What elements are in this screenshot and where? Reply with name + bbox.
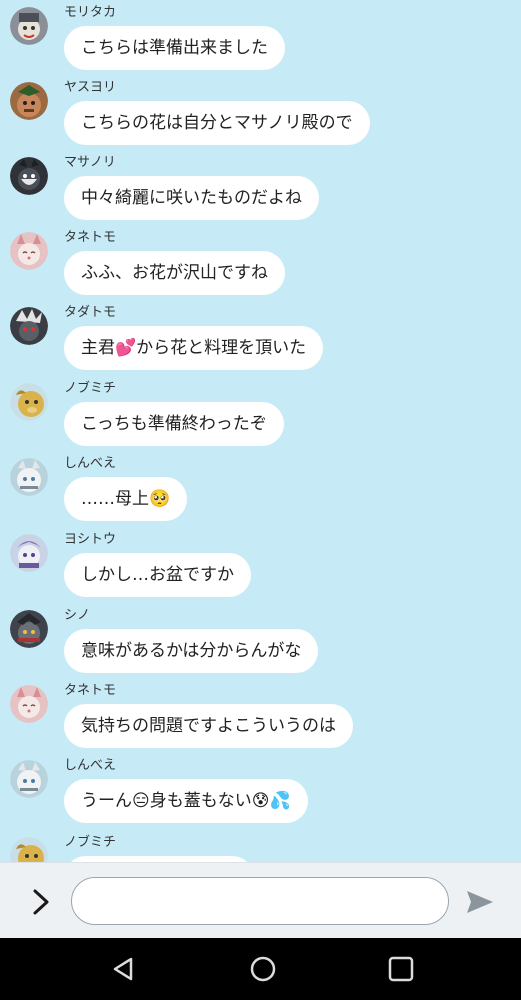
message-bubble[interactable]: 意味があるかは分からんがな — [64, 629, 319, 673]
sender-name: タネトモ — [64, 230, 117, 245]
avatar[interactable] — [10, 82, 48, 120]
message-bubble[interactable]: 気持ちの問題ですよこういうのは — [64, 704, 353, 748]
message-bubble[interactable]: ……母上🥺 — [64, 477, 188, 521]
avatar[interactable] — [10, 685, 48, 723]
avatar[interactable] — [10, 157, 48, 195]
sender-name: タネトモ — [64, 683, 117, 698]
sender-name: ヨシトウ — [64, 532, 117, 547]
avatar[interactable] — [10, 760, 48, 798]
sender-name: ノブミチ — [64, 381, 117, 396]
send-icon[interactable] — [465, 889, 495, 915]
chevron-right-icon[interactable] — [28, 887, 54, 917]
message-bubble[interactable]: 中々綺麗に咲いたものだよね — [64, 176, 319, 220]
triangle-back-icon[interactable] — [109, 954, 139, 984]
message-input[interactable] — [71, 877, 449, 925]
system-navigation-bar — [0, 938, 521, 1000]
sender-name: ヤスヨリ — [64, 80, 117, 95]
message-bubble[interactable]: しかし…お盆ですか — [64, 553, 251, 597]
message-bubble[interactable]: ふふ、お花が沢山ですね — [64, 251, 285, 295]
sender-name: ノブミチ — [64, 835, 117, 850]
message-bubble[interactable]: うーん😑身も蓋もない😰💦 — [64, 779, 308, 823]
message-bubble[interactable]: 主君💕から花と料理を頂いた — [64, 326, 324, 370]
avatar[interactable] — [10, 232, 48, 270]
circle-home-icon[interactable] — [248, 954, 278, 984]
message-bubble[interactable]: こちらの花は自分とマサノリ殿ので — [64, 101, 370, 145]
avatar[interactable] — [10, 534, 48, 572]
avatar[interactable] — [10, 458, 48, 496]
message-bubble[interactable]: こちらは準備出来ました — [64, 26, 285, 70]
sender-name: マサノリ — [64, 155, 116, 170]
chat-area[interactable]: モリタカ こちらは準備出来ました ヤスヨリ こちらの花は自分とマサノリ殿ので マ… — [0, 0, 521, 862]
sender-name: しんべえ — [64, 758, 117, 773]
avatar[interactable] — [10, 837, 48, 862]
square-recents-icon[interactable] — [386, 954, 416, 984]
message-bubble[interactable]: こっちも準備終わったぞ — [64, 402, 284, 446]
avatar[interactable] — [10, 7, 48, 45]
avatar[interactable] — [10, 383, 48, 421]
sender-name: シノ — [64, 608, 91, 623]
message-input-bar — [0, 862, 521, 938]
avatar[interactable] — [10, 610, 48, 648]
avatar[interactable] — [10, 307, 48, 345]
sender-name: タダトモ — [64, 305, 117, 320]
sender-name: しんべえ — [64, 456, 117, 471]
sender-name: モリタカ — [64, 5, 117, 20]
